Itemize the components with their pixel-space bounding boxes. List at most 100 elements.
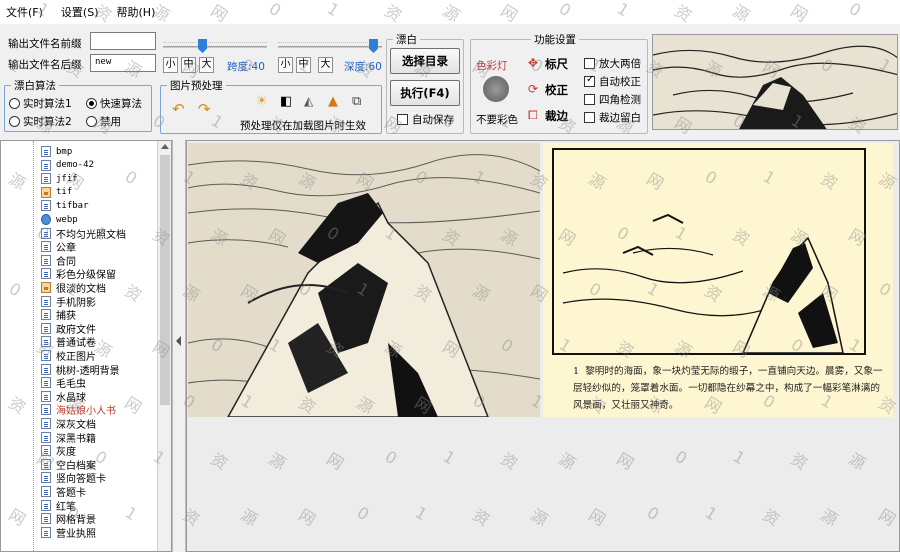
document-icon bbox=[41, 146, 51, 157]
execute-button[interactable]: 执行(F4) bbox=[390, 80, 460, 106]
document-icon bbox=[41, 268, 51, 280]
preprocess-group-title: 图片预处理 bbox=[170, 80, 223, 92]
tree-item[interactable]: 网格背景 bbox=[41, 512, 96, 526]
tree-item[interactable]: demo-42 bbox=[41, 159, 94, 172]
scroll-up-icon[interactable] bbox=[161, 144, 169, 149]
tree-item[interactable]: 毛毛虫 bbox=[41, 376, 86, 390]
tree-item[interactable]: 手机阴影 bbox=[41, 295, 96, 309]
document-icon bbox=[41, 173, 51, 185]
tree-item[interactable]: bmp bbox=[41, 145, 72, 158]
caption-number: 1 bbox=[573, 366, 580, 377]
size-large-button-1[interactable]: 大 bbox=[199, 57, 214, 73]
prefix-input[interactable] bbox=[90, 32, 156, 50]
brightness-icon[interactable]: ☀ bbox=[256, 94, 268, 109]
size-medium-button-2[interactable]: 中 bbox=[296, 57, 311, 73]
ruler-button[interactable]: 标尺 bbox=[545, 56, 568, 72]
document-icon bbox=[41, 513, 51, 525]
radio-indicator bbox=[86, 98, 97, 109]
collapse-arrow-icon[interactable] bbox=[176, 336, 181, 346]
depth-slider-thumb[interactable] bbox=[369, 39, 378, 53]
tree-item[interactable]: 普通试卷 bbox=[41, 335, 96, 349]
sharpen-icon[interactable]: ◭ bbox=[304, 94, 313, 108]
undo-icon[interactable]: ↶ bbox=[172, 100, 185, 118]
option-enlarge-checkbox[interactable]: 放大两倍 bbox=[584, 56, 641, 71]
menu-help[interactable]: 帮助(H) bbox=[117, 4, 156, 20]
tree-item[interactable]: jfif bbox=[41, 172, 78, 185]
tree-item[interactable]: 灰度 bbox=[41, 444, 76, 458]
file-tree-scrollbar[interactable] bbox=[157, 141, 171, 551]
tree-item[interactable]: tifbar bbox=[41, 199, 89, 212]
tree-item[interactable]: 答题卡 bbox=[41, 485, 86, 499]
scrollbar-thumb[interactable] bbox=[160, 155, 170, 405]
tree-item-label: jfif bbox=[56, 173, 78, 184]
tree-item[interactable]: 校正图片 bbox=[41, 349, 96, 363]
option-corner-detect-checkbox[interactable]: 四角检测 bbox=[584, 92, 641, 107]
option-autocorrect-checkbox[interactable]: 自动校正 bbox=[584, 74, 641, 89]
menu-file[interactable]: 文件(F) bbox=[6, 4, 43, 20]
strength-slider[interactable] bbox=[163, 38, 267, 54]
tree-item-label: tifbar bbox=[56, 200, 89, 211]
document-icon bbox=[41, 472, 51, 484]
tree-item[interactable]: 红笔 bbox=[41, 499, 76, 513]
preprocess-note: 预处理仅在加载图片时生效 bbox=[240, 120, 366, 132]
document-icon bbox=[41, 445, 51, 457]
size-small-button-2[interactable]: 小 bbox=[278, 57, 293, 73]
image-caption: 1 黎明时的海面，象一块灼莹无际的缎子，一直铺向天边。晨雾，又象一层轻纱似的，笼… bbox=[573, 363, 883, 414]
no-color-label: 不要彩色 bbox=[476, 114, 518, 126]
size-large-button-2[interactable]: 大 bbox=[318, 57, 333, 73]
tree-item[interactable]: 桃树-透明背景 bbox=[41, 363, 120, 377]
radio-indicator bbox=[9, 116, 20, 127]
tree-item[interactable]: 空白档案 bbox=[41, 458, 96, 472]
tree-item[interactable]: 水晶球 bbox=[41, 390, 86, 404]
resize-icon[interactable]: ⧉ bbox=[352, 94, 361, 109]
browser-file-icon bbox=[41, 214, 51, 225]
autosave-checkbox[interactable]: 自动保存 bbox=[397, 112, 454, 127]
checkbox-label: 放大两倍 bbox=[599, 58, 641, 70]
document-icon bbox=[41, 227, 51, 239]
size-medium-button-1[interactable]: 中 bbox=[181, 57, 196, 73]
tree-item[interactable]: 深黑书籍 bbox=[41, 431, 96, 445]
strength-slider-thumb[interactable] bbox=[198, 39, 207, 53]
document-icon bbox=[41, 309, 51, 321]
tree-item[interactable]: 彩色分级保留 bbox=[41, 267, 116, 281]
menu-settings[interactable]: 设置(S) bbox=[61, 4, 99, 20]
tree-item[interactable]: 海姑娘小人书 bbox=[41, 403, 116, 417]
tree-item[interactable]: 合同 bbox=[41, 254, 76, 268]
algo-radio-fast[interactable]: 快速算法 bbox=[86, 96, 142, 111]
size-small-button-1[interactable]: 小 bbox=[163, 57, 178, 73]
tree-item[interactable]: 很淡的文档 bbox=[41, 281, 106, 295]
algo-radio-disabled[interactable]: 禁用 bbox=[86, 114, 121, 129]
tree-item[interactable]: 捕获 bbox=[41, 308, 76, 322]
document-icon bbox=[41, 350, 51, 361]
tree-item[interactable]: 公章 bbox=[41, 240, 76, 254]
document-icon bbox=[41, 377, 51, 389]
correct-button[interactable]: 校正 bbox=[545, 82, 568, 98]
tree-item[interactable]: 竖向答题卡 bbox=[41, 471, 106, 485]
crop-button[interactable]: 裁边 bbox=[545, 108, 568, 124]
image-file-icon bbox=[41, 282, 51, 293]
tree-item[interactable]: tif bbox=[41, 186, 72, 199]
checkbox-indicator bbox=[584, 58, 595, 69]
redo-icon[interactable]: ↷ bbox=[198, 100, 211, 118]
select-directory-button[interactable]: 选择目录 bbox=[390, 48, 460, 74]
algo-radio-realtime2[interactable]: 实时算法2 bbox=[9, 114, 72, 129]
checkbox-label: 四角检测 bbox=[599, 94, 641, 106]
checkbox-label: 裁边留白 bbox=[599, 112, 641, 124]
levels-icon[interactable]: ▲ bbox=[328, 94, 338, 109]
tree-item[interactable]: 不均匀光照文档 bbox=[41, 227, 126, 241]
document-icon bbox=[41, 200, 51, 212]
algo-radio-realtime1[interactable]: 实时算法1 bbox=[9, 96, 72, 111]
option-crop-margin-checkbox[interactable]: 裁边留白 bbox=[584, 110, 641, 125]
tree-item[interactable]: 政府文件 bbox=[41, 322, 96, 336]
original-illustration bbox=[188, 143, 540, 417]
algo-option-label: 快速算法 bbox=[100, 98, 142, 110]
panel-splitter[interactable] bbox=[172, 140, 186, 552]
tree-item-label: 营业执照 bbox=[56, 528, 96, 540]
tree-item[interactable]: 深灰文档 bbox=[41, 417, 96, 431]
color-light-indicator bbox=[483, 76, 509, 102]
tree-item[interactable]: webp bbox=[41, 213, 78, 226]
depth-slider[interactable] bbox=[278, 38, 382, 54]
contrast-icon[interactable]: ◧ bbox=[280, 94, 292, 109]
tree-item[interactable]: 营业执照 bbox=[41, 526, 96, 540]
suffix-input[interactable]: new bbox=[90, 54, 156, 72]
